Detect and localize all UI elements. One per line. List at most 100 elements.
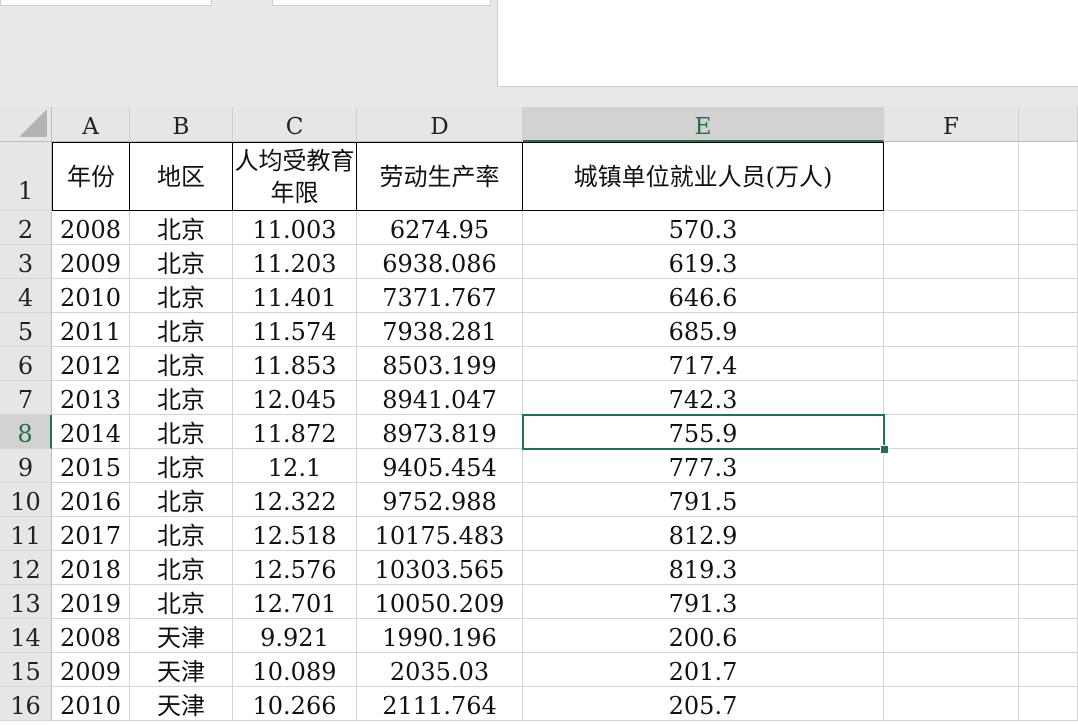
column-header-g[interactable] [1019, 107, 1078, 142]
cell-c5[interactable]: 11.574 [233, 313, 357, 347]
header-cell-b[interactable]: 地区 [130, 142, 233, 211]
cell-e7[interactable]: 742.3 [523, 381, 884, 415]
cell-d8[interactable]: 8973.819 [357, 415, 523, 449]
row-header-9[interactable]: 9 [0, 449, 52, 483]
select-all-button[interactable] [0, 107, 52, 142]
cell-a4[interactable]: 2010 [52, 279, 130, 313]
cell-c10[interactable]: 12.322 [233, 483, 357, 517]
column-header-e[interactable]: E [523, 107, 884, 142]
cell-f15[interactable] [884, 653, 1019, 687]
cell-a9[interactable]: 2015 [52, 449, 130, 483]
cell-b10[interactable]: 北京 [130, 483, 233, 517]
cell-a16[interactable]: 2010 [52, 687, 130, 721]
cell-b14[interactable]: 天津 [130, 619, 233, 653]
cell-f9[interactable] [884, 449, 1019, 483]
cell-a7[interactable]: 2013 [52, 381, 130, 415]
cell-e9[interactable]: 777.3 [523, 449, 884, 483]
header-cell-d[interactable]: 劳动生产率 [357, 142, 523, 211]
cell-b15[interactable]: 天津 [130, 653, 233, 687]
fill-handle[interactable] [880, 445, 889, 454]
cell-b7[interactable]: 北京 [130, 381, 233, 415]
cell-d6[interactable]: 8503.199 [357, 347, 523, 381]
cell-g11[interactable] [1019, 517, 1078, 551]
cell-c7[interactable]: 12.045 [233, 381, 357, 415]
cell-f8[interactable] [884, 415, 1019, 449]
row-header-5[interactable]: 5 [0, 313, 52, 347]
cell-g1[interactable] [1019, 142, 1078, 211]
cell-b3[interactable]: 北京 [130, 245, 233, 279]
cell-f10[interactable] [884, 483, 1019, 517]
cell-g2[interactable] [1019, 211, 1078, 245]
name-box[interactable] [0, 0, 212, 6]
row-header-3[interactable]: 3 [0, 245, 52, 279]
cell-a6[interactable]: 2012 [52, 347, 130, 381]
cell-g6[interactable] [1019, 347, 1078, 381]
cell-c4[interactable]: 11.401 [233, 279, 357, 313]
cell-d15[interactable]: 2035.03 [357, 653, 523, 687]
cell-b8[interactable]: 北京 [130, 415, 233, 449]
cell-a10[interactable]: 2016 [52, 483, 130, 517]
column-header-b[interactable]: B [130, 107, 233, 142]
row-header-10[interactable]: 10 [0, 483, 52, 517]
cell-b2[interactable]: 北京 [130, 211, 233, 245]
cell-e3[interactable]: 619.3 [523, 245, 884, 279]
row-header-8[interactable]: 8 [0, 415, 52, 449]
cell-b13[interactable]: 北京 [130, 585, 233, 619]
cell-d5[interactable]: 7938.281 [357, 313, 523, 347]
cell-e10[interactable]: 791.5 [523, 483, 884, 517]
cell-f6[interactable] [884, 347, 1019, 381]
cell-e13[interactable]: 791.3 [523, 585, 884, 619]
cell-a13[interactable]: 2019 [52, 585, 130, 619]
cell-c3[interactable]: 11.203 [233, 245, 357, 279]
cell-d4[interactable]: 7371.767 [357, 279, 523, 313]
cell-a2[interactable]: 2008 [52, 211, 130, 245]
row-header-6[interactable]: 6 [0, 347, 52, 381]
cell-d12[interactable]: 10303.565 [357, 551, 523, 585]
cell-d2[interactable]: 6274.95 [357, 211, 523, 245]
cell-d11[interactable]: 10175.483 [357, 517, 523, 551]
cell-a14[interactable]: 2008 [52, 619, 130, 653]
row-header-15[interactable]: 15 [0, 653, 52, 687]
cell-e12[interactable]: 819.3 [523, 551, 884, 585]
row-header-14[interactable]: 14 [0, 619, 52, 653]
cell-a15[interactable]: 2009 [52, 653, 130, 687]
cell-b16[interactable]: 天津 [130, 687, 233, 721]
cell-c8[interactable]: 11.872 [233, 415, 357, 449]
cell-a12[interactable]: 2018 [52, 551, 130, 585]
column-header-d[interactable]: D [357, 107, 523, 142]
row-header-13[interactable]: 13 [0, 585, 52, 619]
row-header-4[interactable]: 4 [0, 279, 52, 313]
column-header-c[interactable]: C [233, 107, 357, 142]
cell-b4[interactable]: 北京 [130, 279, 233, 313]
cell-g16[interactable] [1019, 687, 1078, 721]
cell-f2[interactable] [884, 211, 1019, 245]
cell-c14[interactable]: 9.921 [233, 619, 357, 653]
cell-e5[interactable]: 685.9 [523, 313, 884, 347]
cell-d10[interactable]: 9752.988 [357, 483, 523, 517]
cell-f7[interactable] [884, 381, 1019, 415]
cell-f13[interactable] [884, 585, 1019, 619]
cell-a3[interactable]: 2009 [52, 245, 130, 279]
cell-d14[interactable]: 1990.196 [357, 619, 523, 653]
cell-e14[interactable]: 200.6 [523, 619, 884, 653]
cell-d9[interactable]: 9405.454 [357, 449, 523, 483]
cell-g12[interactable] [1019, 551, 1078, 585]
cell-b12[interactable]: 北京 [130, 551, 233, 585]
cell-g10[interactable] [1019, 483, 1078, 517]
cell-e16[interactable]: 205.7 [523, 687, 884, 721]
column-header-f[interactable]: F [884, 107, 1019, 142]
cell-c2[interactable]: 11.003 [233, 211, 357, 245]
cell-e4[interactable]: 646.6 [523, 279, 884, 313]
cell-g5[interactable] [1019, 313, 1078, 347]
row-header-16[interactable]: 16 [0, 687, 52, 721]
row-header-7[interactable]: 7 [0, 381, 52, 415]
cell-g8[interactable] [1019, 415, 1078, 449]
header-cell-c[interactable]: 人均受教育年限 [233, 142, 357, 211]
cell-e2[interactable]: 570.3 [523, 211, 884, 245]
cell-g14[interactable] [1019, 619, 1078, 653]
row-header-12[interactable]: 12 [0, 551, 52, 585]
cell-f14[interactable] [884, 619, 1019, 653]
cell-a11[interactable]: 2017 [52, 517, 130, 551]
cell-f4[interactable] [884, 279, 1019, 313]
row-header-1[interactable]: 1 [0, 142, 52, 211]
